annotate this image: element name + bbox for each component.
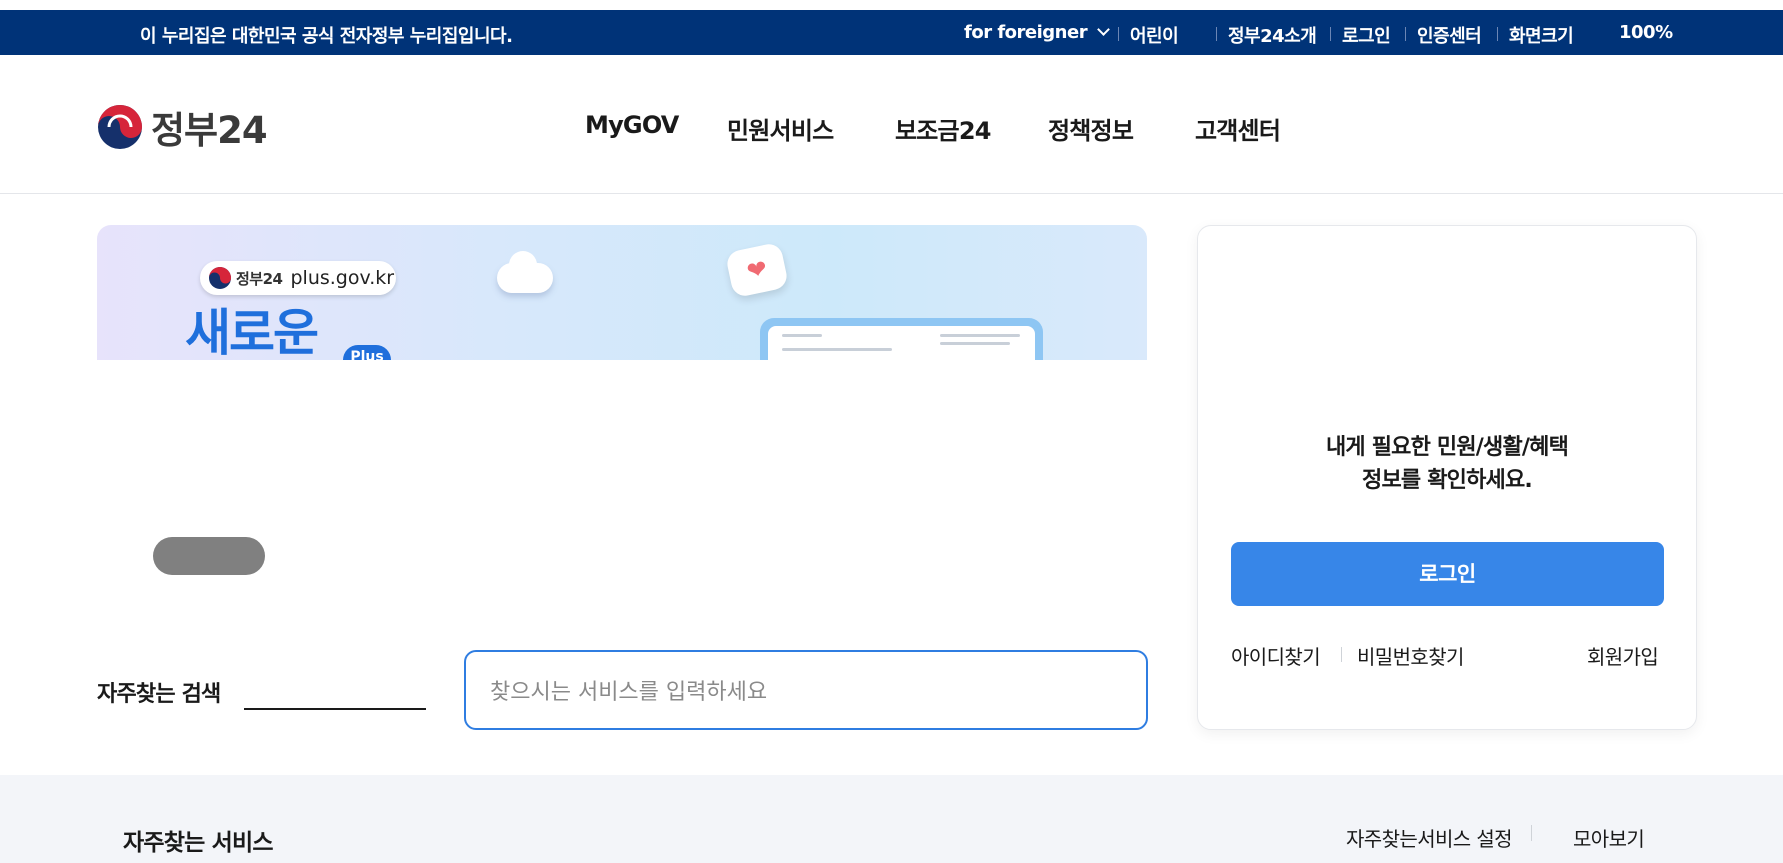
- heart-bubble-icon: ❤: [724, 241, 790, 299]
- nav-mygov[interactable]: MyGOV: [585, 111, 679, 139]
- banner-brand: 정부24: [236, 269, 283, 288]
- login-message-line1: 내게 필요한 민원/생활/혜택: [1325, 435, 1569, 460]
- logo-text: 정부24: [151, 109, 268, 152]
- taegeuk-icon: [209, 267, 231, 289]
- search-input[interactable]: [490, 676, 1110, 708]
- site-mockup-image: [760, 318, 1043, 360]
- view-all-link[interactable]: 모아보기: [1573, 823, 1645, 852]
- frequent-services-settings-link[interactable]: 자주찾는서비스 설정: [1346, 823, 1513, 852]
- nav-customer-center[interactable]: 고객센터: [1195, 111, 1281, 146]
- cloud-icon: [497, 251, 553, 293]
- kids-link[interactable]: 어린이: [1130, 22, 1179, 48]
- top-utility-bar: 이 누리집은 대한민국 공식 전자정부 누리집입니다. for foreigne…: [0, 10, 1783, 55]
- top-login-link[interactable]: 로그인: [1342, 22, 1391, 48]
- find-password-link[interactable]: 비밀번호찾기: [1357, 641, 1464, 670]
- zoom-level[interactable]: 100%: [1619, 22, 1673, 43]
- divider: [1497, 27, 1498, 41]
- signup-link[interactable]: 회원가입: [1587, 641, 1659, 670]
- for-foreigner-label: for foreigner: [964, 22, 1088, 43]
- for-foreigner-dropdown[interactable]: for foreigner: [964, 22, 1110, 43]
- frequent-services-section: 자주찾는 서비스 자주찾는서비스 설정 모아보기: [0, 775, 1783, 863]
- find-id-link[interactable]: 아이디찾기: [1231, 641, 1321, 670]
- popular-search-label: 자주찾는 검색: [97, 682, 221, 707]
- taegeuk-icon: [98, 105, 142, 149]
- about-link[interactable]: 정부24소개: [1228, 22, 1317, 48]
- nav-subsidy24[interactable]: 보조금24: [895, 111, 991, 146]
- chevron-down-icon: [1097, 23, 1110, 36]
- mockup-line: [782, 334, 822, 337]
- divider: [1341, 647, 1342, 662]
- divider: [1405, 27, 1406, 41]
- screen-size-label: 화면크기: [1509, 26, 1574, 47]
- nav-policy-info[interactable]: 정책정보: [1048, 111, 1134, 146]
- banner-url-pill: 정부24 plus.gov.kr: [200, 261, 396, 295]
- plus-badge: Plus: [343, 345, 391, 360]
- site-logo[interactable]: 정부24: [97, 100, 268, 154]
- gov-notice: 이 누리집은 대한민국 공식 전자정부 누리집입니다.: [140, 26, 513, 47]
- divider: [1118, 27, 1119, 41]
- search-box[interactable]: [464, 650, 1148, 730]
- mockup-line: [782, 348, 892, 351]
- site-header: 정부24 MyGOV 민원서비스 보조금24 정책정보 고객센터: [0, 55, 1783, 194]
- mockup-line: [940, 342, 1010, 345]
- login-panel: 내게 필요한 민원/생활/혜택 정보를 확인하세요. 로그인 아이디찾기 비밀번…: [1197, 225, 1697, 730]
- promo-banner[interactable]: 정부24 plus.gov.kr ❤ 새로운 Plus: [97, 225, 1147, 360]
- login-button[interactable]: 로그인: [1231, 542, 1664, 606]
- nav-civil-service[interactable]: 민원서비스: [727, 111, 834, 146]
- popular-search-keywords[interactable]: [244, 708, 426, 710]
- frequent-services-title: 자주찾는 서비스: [123, 830, 274, 856]
- banner-url: plus.gov.kr: [290, 267, 395, 289]
- divider: [1216, 27, 1217, 41]
- banner-headline: 새로운: [185, 304, 319, 360]
- mockup-line: [940, 334, 1020, 337]
- divider: [1531, 825, 1532, 841]
- cert-center-link[interactable]: 인증센터: [1417, 22, 1482, 48]
- divider: [1330, 27, 1331, 41]
- banner-slider-control[interactable]: [153, 537, 265, 575]
- login-message-line2: 정보를 확인하세요.: [1362, 468, 1533, 493]
